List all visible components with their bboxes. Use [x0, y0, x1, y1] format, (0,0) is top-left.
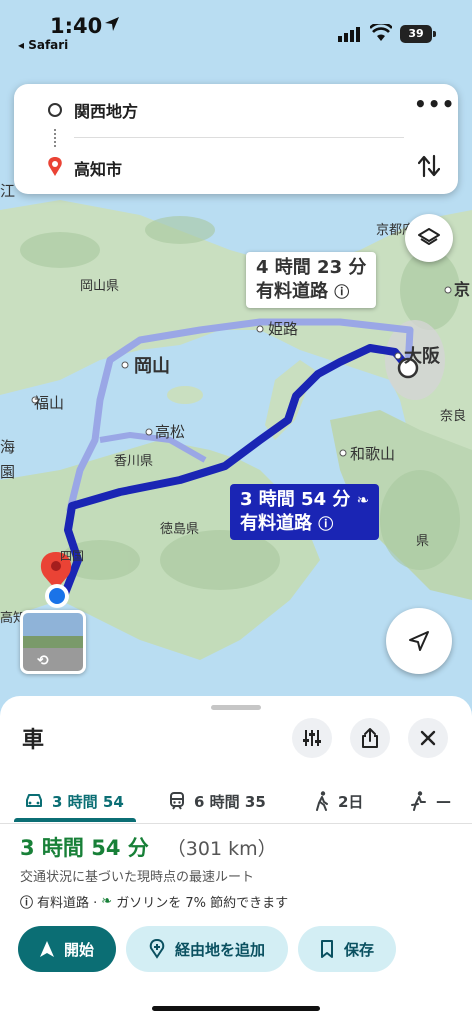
toll-icon: ⓘ — [334, 283, 350, 301]
save-button[interactable]: 保存 — [298, 926, 396, 972]
alt-route-callout[interactable]: 4 時間 23 分 有料道路 ⓘ — [246, 252, 377, 308]
more-options-button[interactable]: ••• — [414, 92, 455, 116]
alt-route-time: 4 時間 23 分 — [256, 257, 367, 278]
back-to-safari-link[interactable]: ◂ Safari — [18, 38, 68, 52]
eco-leaf-icon: ❧ — [101, 894, 113, 909]
map-label-wakayama: 和歌山 — [350, 445, 395, 463]
share-button[interactable] — [350, 718, 390, 758]
route-summary: 3 時間 54 分 （301 km） — [20, 832, 277, 862]
active-tab-indicator — [14, 818, 136, 822]
map-label-shikoku: 四国 — [60, 549, 84, 563]
battery-tip — [433, 31, 436, 37]
map-label-en: 園 — [0, 463, 15, 481]
swap-icon[interactable] — [418, 154, 440, 178]
battery-level: 39 — [408, 27, 424, 40]
map-label-himeji: 姫路 — [268, 320, 298, 338]
route-duration: 3 時間 54 分 — [20, 836, 149, 860]
add-stop-button[interactable]: 経由地を追加 — [126, 926, 288, 972]
tab-transit-label: 6 時間 35 — [194, 792, 266, 811]
navigation-arrow-icon — [409, 631, 429, 651]
main-route-callout[interactable]: 3 時間 54 分 ❧ 有料道路 ⓘ — [230, 484, 380, 540]
rotate-360-icon: ⟲ — [37, 653, 49, 669]
toll-icon: ⓘ — [20, 896, 34, 911]
street-view-thumbnail[interactable]: ⟲ — [20, 610, 86, 674]
travel-mode-tabs: 3 時間 54 6 時間 35 2日 — — [0, 778, 472, 824]
map-label-e: 江 — [0, 182, 15, 200]
train-icon — [170, 792, 184, 810]
navigate-arrow-icon — [39, 941, 54, 957]
start-button-label: 開始 — [63, 940, 94, 959]
map-label-nara: 奈良 — [440, 408, 466, 424]
tab-walking[interactable]: 2日 — [314, 786, 363, 816]
add-stop-label: 経由地を追加 — [174, 940, 265, 959]
add-place-icon — [149, 939, 165, 959]
tab-ride[interactable]: — — [410, 786, 451, 816]
alt-route-toll: 有料道路 — [256, 281, 328, 302]
origin-circle-icon — [48, 103, 62, 117]
current-location-icon — [45, 584, 69, 608]
status-bar: 1:40 ◂ Safari 39 — [0, 0, 472, 58]
main-route-toll: 有料道路 — [240, 513, 312, 534]
route-options-button[interactable] — [292, 718, 332, 758]
map-label-okayama-pref: 岡山県 — [80, 279, 119, 294]
origin-field[interactable]: 関西地方 — [74, 98, 138, 122]
bike-icon — [411, 791, 426, 811]
share-icon — [362, 728, 378, 748]
map-label-kyo: 京 — [454, 280, 470, 299]
eco-leaf-icon: ❧ — [356, 491, 370, 509]
battery-icon: 39 — [400, 25, 432, 43]
directions-sheet: 車 3 時間 54 6 時間 35 2日 — 3 時間 54 分 （301 km… — [0, 696, 472, 1024]
layers-icon — [418, 228, 440, 245]
map-label-ken: 県 — [416, 534, 429, 549]
route-description: 交通状況に基づいた現時点の最速ルート — [20, 870, 255, 885]
cellular-signal-icon — [338, 27, 360, 42]
sheet-grabber[interactable] — [211, 705, 261, 710]
map-label-osaka: 大阪 — [404, 345, 441, 367]
status-time: 1:40 — [50, 14, 103, 38]
wifi-icon — [370, 24, 392, 41]
map-label-tokushima: 徳島県 — [160, 522, 199, 537]
toll-icon: ⓘ — [318, 515, 334, 533]
map-land-shodoshima — [167, 386, 203, 404]
fuel-note: ガソリンを 7% 節約できます — [116, 896, 289, 911]
tab-driving-label: 3 時間 54 — [52, 792, 124, 811]
car-icon — [26, 794, 42, 807]
walk-icon — [316, 791, 328, 811]
tab-driving[interactable]: 3 時間 54 — [24, 786, 124, 816]
map-label-fukuyama: 福山 — [34, 394, 64, 412]
toll-note: 有料道路 · — [37, 896, 98, 911]
route-connector — [54, 129, 56, 147]
route-distance: （301 km） — [166, 838, 277, 860]
map-label-umi: 海 — [0, 438, 15, 456]
save-button-label: 保存 — [343, 940, 374, 959]
field-divider — [74, 137, 404, 138]
bookmark-icon — [320, 940, 333, 958]
tab-transit[interactable]: 6 時間 35 — [168, 786, 266, 816]
close-button[interactable] — [408, 718, 448, 758]
map-label-takamatsu: 高松 — [155, 423, 185, 441]
main-route-time: 3 時間 54 分 — [240, 489, 351, 510]
home-indicator[interactable] — [152, 1006, 320, 1011]
layers-button[interactable] — [405, 214, 453, 262]
map-label-okayama: 岡山 — [134, 356, 170, 377]
route-notes: ⓘ 有料道路 · ❧ ガソリンを 7% 節約できます — [20, 892, 288, 911]
start-button[interactable]: 開始 — [18, 926, 116, 972]
map-label-kagawa: 香川県 — [114, 454, 153, 469]
tab-ride-label: — — [436, 792, 451, 810]
tab-walking-label: 2日 — [338, 792, 364, 811]
close-icon — [420, 730, 436, 746]
destination-pin-small-icon — [48, 157, 62, 176]
sliders-icon — [303, 730, 321, 746]
destination-field[interactable]: 高知市 — [74, 156, 122, 180]
mode-title: 車 — [22, 728, 45, 753]
recenter-button[interactable] — [386, 608, 452, 674]
location-arrow-icon — [105, 17, 119, 31]
directions-card: 関西地方 高知市 ••• — [14, 84, 458, 194]
